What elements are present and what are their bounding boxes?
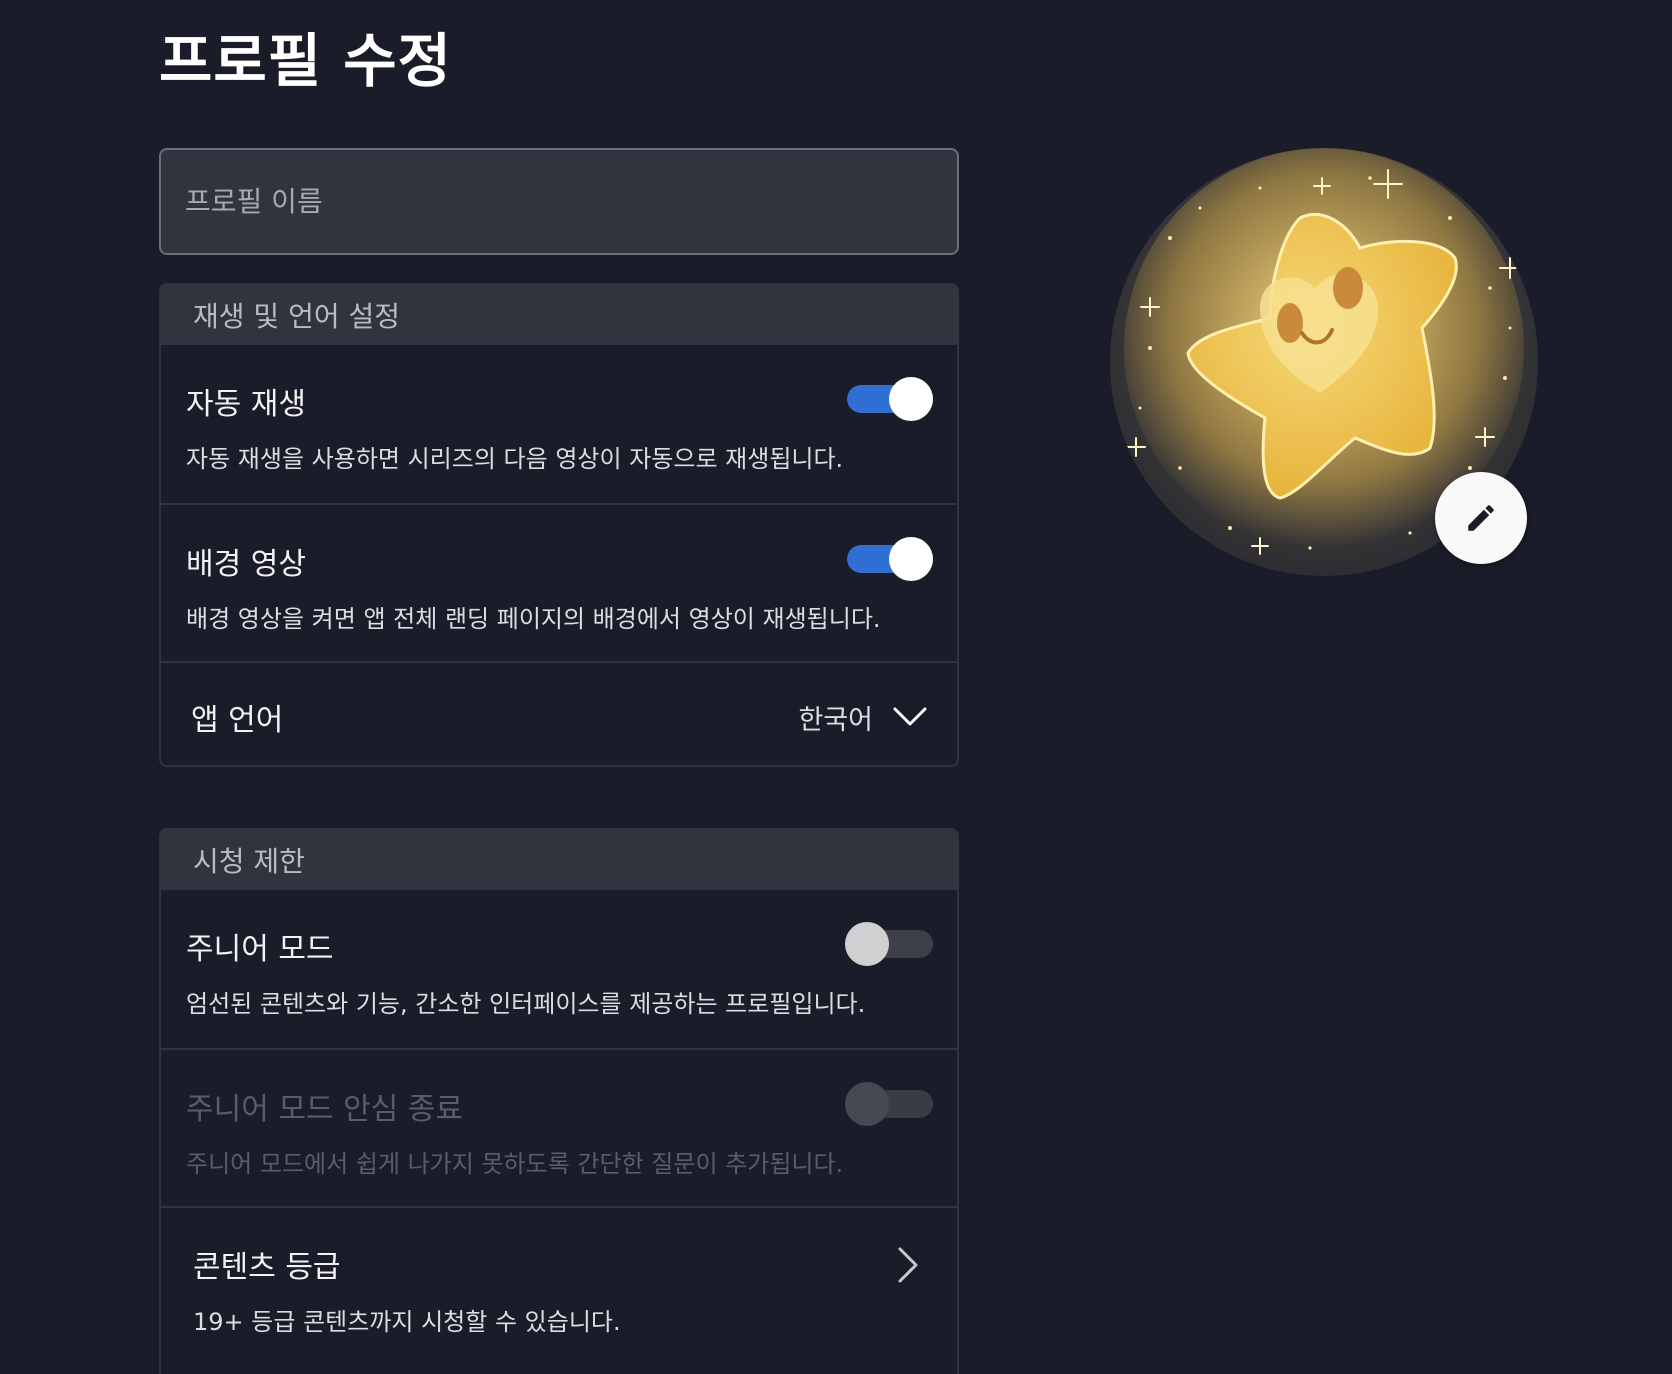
junior-exit-lock-toggle[interactable] — [845, 1080, 935, 1126]
edit-profile-page: 프로필 수정 재생 및 언어 설정 자동 재생 자동 재생을 사용하면 시리즈의… — [0, 0, 1672, 1374]
profile-name-input[interactable] — [159, 148, 959, 255]
toggle-knob — [845, 922, 889, 966]
app-language-value-wrap: 한국어 — [798, 698, 927, 737]
autoplay-toggle[interactable] — [845, 375, 935, 421]
chevron-right-icon — [898, 1247, 918, 1283]
background-video-title: 배경 영상 — [186, 547, 306, 582]
junior-mode-description: 엄선된 콘텐츠와 기능, 간소한 인터페이스를 제공하는 프로필입니다. — [186, 990, 866, 1018]
content-rating-description: 19+ 등급 콘텐츠까지 시청할 수 있습니다. — [193, 1308, 621, 1336]
parental-controls-panel: 시청 제한 주니어 모드 엄선된 콘텐츠와 기능, 간소한 인터페이스를 제공하… — [159, 828, 959, 1374]
star-left-eye — [1277, 303, 1303, 343]
autoplay-description: 자동 재생을 사용하면 시리즈의 다음 영상이 자동으로 재생됩니다. — [186, 445, 844, 473]
background-video-toggle[interactable] — [845, 535, 935, 581]
app-language-select[interactable]: 앱 언어 한국어 — [161, 661, 957, 765]
toggle-knob — [845, 1082, 889, 1126]
autoplay-title: 자동 재생 — [186, 387, 306, 422]
autoplay-row: 자동 재생 자동 재생을 사용하면 시리즈의 다음 영상이 자동으로 재생됩니다… — [161, 345, 957, 503]
background-video-description: 배경 영상을 켜면 앱 전체 랜딩 페이지의 배경에서 영상이 재생됩니다. — [186, 605, 881, 633]
toggle-knob — [889, 377, 933, 421]
junior-exit-lock-description: 주니어 모드에서 쉽게 나가지 못하도록 간단한 질문이 추가됩니다. — [186, 1150, 844, 1178]
app-language-value: 한국어 — [798, 704, 873, 736]
star-right-eye — [1333, 267, 1363, 309]
pencil-icon — [1468, 505, 1494, 531]
junior-mode-toggle[interactable] — [845, 920, 935, 966]
background-video-row: 배경 영상 배경 영상을 켜면 앱 전체 랜딩 페이지의 배경에서 영상이 재생… — [161, 503, 957, 661]
junior-mode-title: 주니어 모드 — [186, 932, 334, 967]
playback-section-header: 재생 및 언어 설정 — [161, 285, 957, 345]
junior-exit-lock-row: 주니어 모드 안심 종료 주니어 모드에서 쉽게 나가지 못하도록 간단한 질문… — [161, 1048, 957, 1206]
chevron-down-icon — [893, 707, 927, 726]
toggle-knob — [889, 537, 933, 581]
junior-mode-row: 주니어 모드 엄선된 콘텐츠와 기능, 간소한 인터페이스를 제공하는 프로필입… — [161, 890, 957, 1048]
avatar-container — [1110, 148, 1538, 576]
app-language-label: 앱 언어 — [191, 703, 284, 738]
page-title: 프로필 수정 — [159, 27, 452, 95]
content-rating-title: 콘텐츠 등급 — [193, 1250, 341, 1285]
playback-settings-panel: 재생 및 언어 설정 자동 재생 자동 재생을 사용하면 시리즈의 다음 영상이… — [159, 283, 959, 767]
edit-avatar-button[interactable] — [1435, 472, 1527, 564]
content-rating-row[interactable]: 콘텐츠 등급 19+ 등급 콘텐츠까지 시청할 수 있습니다. — [161, 1206, 957, 1374]
parental-section-header: 시청 제한 — [161, 830, 957, 890]
junior-exit-lock-title: 주니어 모드 안심 종료 — [186, 1092, 464, 1127]
